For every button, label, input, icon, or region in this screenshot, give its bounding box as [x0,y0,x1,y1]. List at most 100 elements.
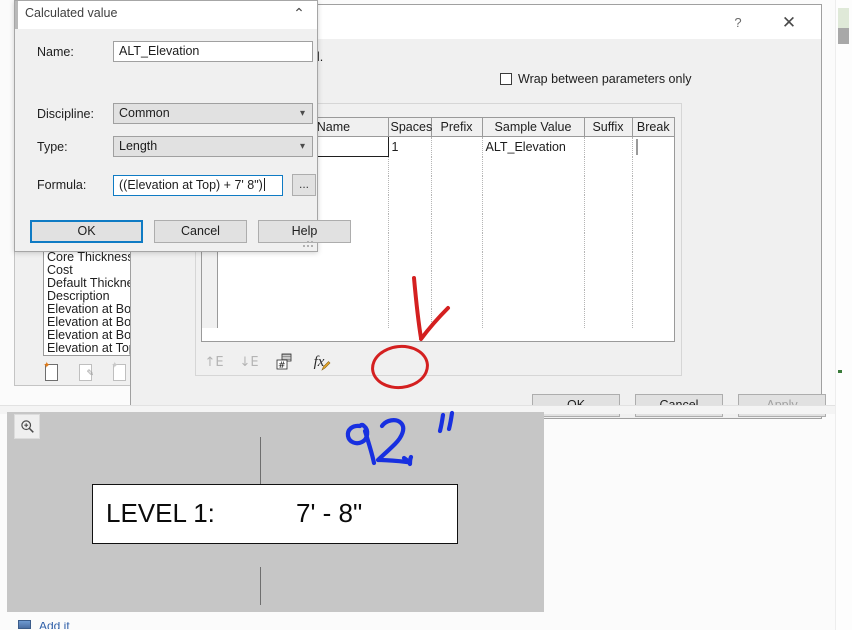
cell-suffix[interactable] [584,156,633,176]
move-parameter-down-icon[interactable]: ↓E [238,351,260,373]
cell-prefix[interactable] [431,136,483,157]
move-up-label: ↑E [204,354,224,370]
cell-prefix[interactable] [431,214,483,233]
cell-sample-value[interactable] [482,309,585,328]
cell-break[interactable] [632,137,674,157]
name-field-row: Name: ALT_Elevation [37,41,313,62]
cell-prefix[interactable] [431,271,483,290]
cell-sample-value[interactable] [482,233,585,252]
resize-grip[interactable] [303,237,314,248]
discipline-select[interactable]: Common ▾ [113,103,313,124]
add-calculated-value-icon[interactable]: # [273,351,295,373]
cell-prefix[interactable] [431,252,483,271]
cell-spaces[interactable] [388,156,432,176]
cell-break[interactable] [632,309,674,328]
wrap-between-parameters-checkbox[interactable]: Wrap between parameters only [500,72,691,86]
type-label: Type: [37,139,68,154]
cell-break[interactable] [632,271,674,290]
cell-prefix[interactable] [431,195,483,214]
cell-sample-value[interactable] [482,252,585,271]
reference-line-bottom [260,567,261,605]
formula-value: ((Elevation at Top) + 7' 8") [119,177,263,192]
cell-break[interactable] [632,214,674,233]
column-header-sample-value[interactable]: Sample Value [482,118,585,137]
close-icon[interactable]: ✕ [767,10,811,36]
cell-sample-value[interactable]: ALT_Elevation [482,136,585,157]
chevron-down-icon[interactable]: ▾ [300,104,305,123]
cell-spaces[interactable] [388,271,432,290]
table-row[interactable] [202,271,674,290]
zoom-in-icon[interactable] [14,414,40,439]
cancel-button[interactable]: Cancel [154,220,247,243]
cell-parameter-name[interactable] [217,290,389,309]
cell-prefix[interactable] [431,176,483,195]
cell-prefix[interactable] [431,233,483,252]
cell-sample-value[interactable] [482,156,585,176]
checkbox-box[interactable] [500,73,512,85]
cell-break[interactable] [632,252,674,271]
calculated-value-titlebar: Calculated value ⌃ [15,1,317,29]
column-header-spaces[interactable]: Spaces [388,118,432,137]
cell-prefix[interactable] [431,309,483,328]
cell-suffix[interactable] [584,252,633,271]
cell-break[interactable] [632,290,674,309]
cell-spaces[interactable] [388,195,432,214]
cell-spaces[interactable] [388,176,432,195]
cell-sample-value[interactable] [482,176,585,195]
cell-parameter-name[interactable] [217,271,389,290]
chevron-down-icon[interactable]: ▾ [300,137,305,156]
new-parameter-icon[interactable]: ✦ [43,362,60,381]
cell-sample-value[interactable] [482,214,585,233]
cell-suffix[interactable] [584,195,633,214]
label-preview-box: LEVEL 1: 7' - 8" [92,484,458,544]
cell-parameter-name[interactable] [217,252,389,271]
scrollbar-thumb[interactable] [838,28,849,44]
move-down-label: ↓E [239,354,259,370]
cell-break[interactable] [632,157,674,177]
help-icon[interactable]: ? [721,12,755,34]
formula-input[interactable]: ((Elevation at Top) + 7' 8") [113,174,283,196]
edit-parameter-icon: ✎ [77,362,94,381]
cell-break[interactable] [632,195,674,214]
ok-button[interactable]: OK [30,220,143,243]
cell-spaces[interactable] [388,252,432,271]
cell-prefix[interactable] [431,290,483,309]
type-select[interactable]: Length ▾ [113,136,313,157]
cell-sample-value[interactable] [482,271,585,290]
break-checkbox[interactable] [635,138,638,155]
table-row[interactable] [202,252,674,271]
cell-prefix[interactable] [431,156,483,176]
cell-suffix[interactable] [584,290,633,309]
cell-break[interactable] [632,233,674,252]
cell-spaces[interactable] [388,214,432,233]
cell-spaces[interactable] [388,309,432,328]
formula-browse-button[interactable]: ... [292,174,316,196]
table-row[interactable] [202,309,674,328]
cell-break[interactable] [632,176,674,195]
column-header-prefix[interactable]: Prefix [431,118,483,137]
cell-suffix[interactable] [584,271,633,290]
dialog-title: Calculated value [25,6,118,20]
cell-sample-value[interactable] [482,290,585,309]
calculated-value-dialog: Calculated value ⌃ Name: ALT_Elevation D… [14,0,351,252]
close-icon[interactable]: ⌃ [285,3,313,25]
page-scrollbar[interactable] [835,0,852,630]
table-row[interactable] [202,290,674,309]
cell-suffix[interactable] [584,233,633,252]
cell-spaces[interactable]: 1 [388,136,432,157]
name-input[interactable]: ALT_Elevation [113,41,313,62]
text-caret [263,177,265,191]
cell-sample-value[interactable] [482,195,585,214]
cell-suffix[interactable] [584,214,633,233]
edit-formula-icon[interactable]: fx [308,351,331,373]
cell-suffix[interactable] [584,136,633,157]
cell-suffix[interactable] [584,309,633,328]
bottom-link-text[interactable]: Add it [39,622,70,629]
cell-spaces[interactable] [388,233,432,252]
cell-suffix[interactable] [584,176,633,195]
column-header-break[interactable]: Break [632,118,674,137]
move-parameter-up-icon[interactable]: ↑E [203,351,225,373]
cell-parameter-name[interactable] [217,309,389,328]
cell-spaces[interactable] [388,290,432,309]
column-header-suffix[interactable]: Suffix [584,118,633,137]
